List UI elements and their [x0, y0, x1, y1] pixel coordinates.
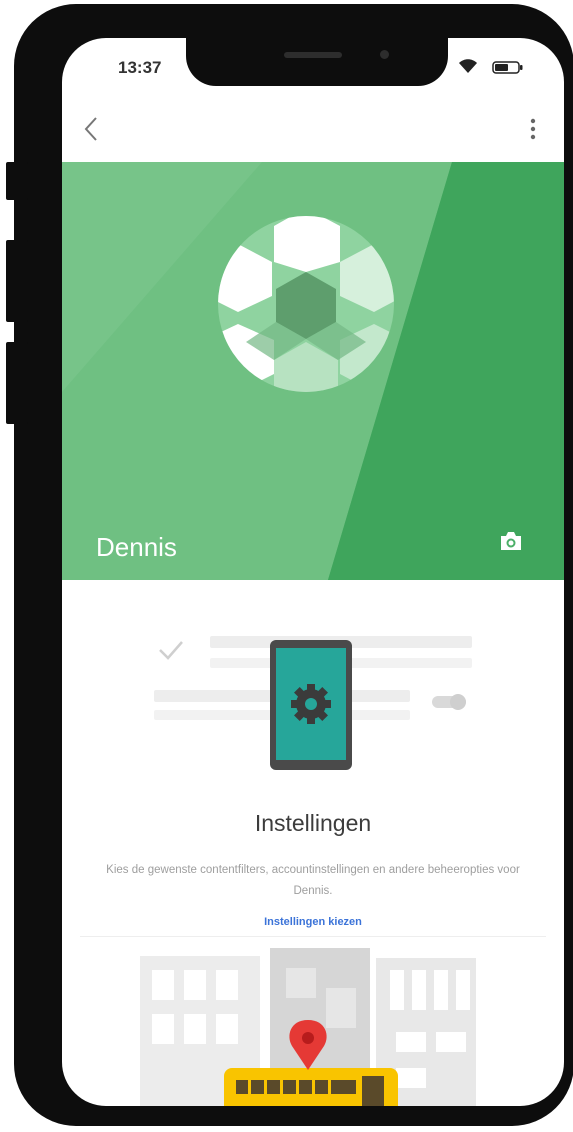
battery-icon	[492, 61, 523, 74]
chevron-left-icon[interactable]	[82, 114, 102, 144]
settings-illustration	[154, 636, 472, 770]
front-camera	[380, 50, 389, 59]
notch	[186, 38, 448, 86]
location-illustration	[140, 948, 476, 1106]
profile-header: Dennis	[62, 162, 564, 580]
settings-description: Kies de gewenste contentfilters, account…	[106, 864, 520, 897]
choose-settings-link[interactable]: Instellingen kiezen	[80, 916, 546, 928]
settings-title: Instellingen	[254, 810, 372, 836]
wifi-icon	[459, 59, 477, 73]
gear-icon	[291, 684, 331, 724]
check-icon	[159, 641, 183, 660]
phone: 13:37 Dennis Instellingen Kies de gewens…	[14, 4, 573, 1126]
more-vert-icon[interactable]	[528, 116, 538, 142]
phone-screen: 13:37 Dennis Instellingen Kies de gewens…	[62, 38, 564, 1106]
profile-name: Dennis	[96, 532, 177, 562]
status-time: 13:37	[118, 58, 162, 77]
speaker-grille	[284, 52, 342, 58]
soccer-ball-avatar	[218, 216, 394, 392]
settings-card: Instellingen Kies de gewenste contentfil…	[80, 590, 546, 937]
camera-icon[interactable]	[498, 530, 524, 552]
